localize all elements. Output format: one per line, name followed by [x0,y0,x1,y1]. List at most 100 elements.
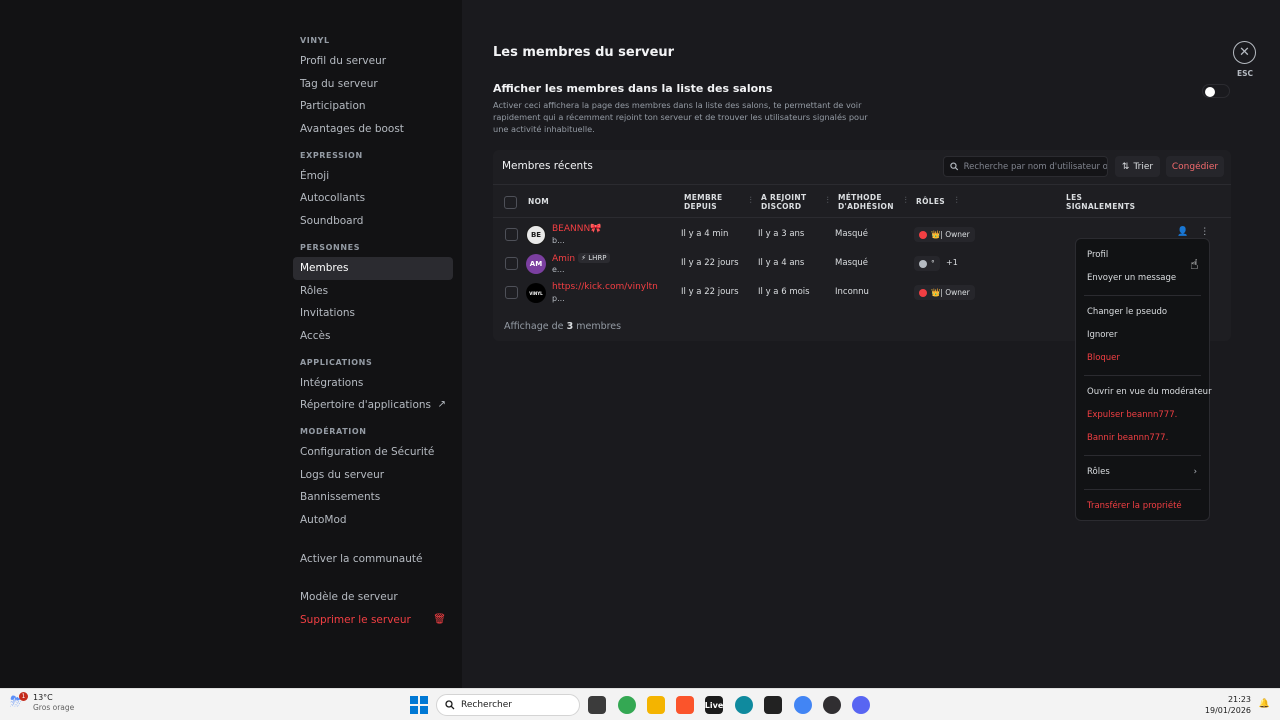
search-icon [950,162,959,171]
sidebar-section-title: VINYL [300,36,330,45]
sidebar-item[interactable]: Accès [293,325,453,348]
menu-item-label: Transférer la propriété [1087,501,1182,511]
close-icon: ✕ [1239,45,1250,60]
avatar[interactable]: BE [526,225,546,245]
menu-divider [1084,375,1201,376]
member-search-input[interactable]: Recherche par nom d'utilisateur ou [943,156,1108,177]
col-roles-label: RÔLES [916,197,945,207]
enable-community-item[interactable]: Activer la communauté [293,548,453,571]
search-icon [445,700,455,710]
sidebar-item[interactable]: Soundboard [293,210,453,233]
avatar[interactable]: VINYL [526,283,546,303]
sidebar-item-label: Bannissements [300,491,381,504]
members-count-suffix: membres [576,321,622,332]
sidebar-item[interactable]: Émoji [293,165,453,188]
sidebar-item[interactable]: Bannissements [293,486,453,509]
show-members-toggle[interactable] [1202,84,1230,98]
row-actions: 👤 ⋮ [1177,227,1209,237]
start-button[interactable] [410,696,428,714]
sidebar-item[interactable]: Intégrations [293,372,453,395]
menu-item-label: Ignorer [1087,330,1118,340]
more-roles-count[interactable]: +1 [946,258,958,267]
col-join-method-l1: MÉTHODE [838,192,882,202]
filter-icon[interactable]: ⫶ [904,196,907,207]
trash-icon: 🗑 [433,614,446,626]
sidebar-item-label: Membres [300,261,349,274]
role-pill[interactable]: 👑| Owner [914,285,975,300]
menu-item[interactable]: Rôles › [1076,461,1209,484]
sidebar-item[interactable]: AutoMod [293,509,453,532]
menu-item[interactable]: Ignorer [1076,324,1209,347]
col-join-method[interactable]: MÉTHODE D'ADHÉSION ⫶ [838,185,907,219]
sort-button[interactable]: ⇅ Trier [1115,156,1160,177]
member-name[interactable]: BEANNN🎀 [552,224,601,234]
capcut-icon[interactable] [764,696,782,714]
taskbar-search[interactable]: Rechercher [436,694,580,716]
sidebar-item-label: Modèle de serveur [300,591,398,604]
edge-icon[interactable] [735,696,753,714]
kick-button[interactable]: Congédier [1166,156,1224,177]
weather-temp: 13°C [33,693,53,702]
member-since: Il y a 4 min [681,229,729,239]
row-checkbox[interactable] [505,286,518,299]
sidebar-item[interactable]: Avantages de boost [293,118,453,141]
member-name[interactable]: https://kick.com/vinyltn [552,282,658,292]
sidebar-item[interactable]: Participation [293,95,453,118]
sidebar-item[interactable]: Invitations [293,302,453,325]
profile-icon[interactable]: 👤 [1177,227,1188,237]
col-member-since-l2: DEPUIS [684,202,717,211]
role-pill[interactable]: ° [914,256,940,271]
member-name[interactable]: Amin ⚡ LHRP [552,253,610,264]
sidebar-divider [300,577,453,578]
delete-server-item[interactable]: Supprimer le serveur 🗑 [293,609,453,632]
role-color-dot [919,259,927,268]
menu-item[interactable]: Bannir beannn777. [1076,427,1209,450]
row-checkbox[interactable] [505,257,518,270]
sidebar-item[interactable]: Profil du serveur [293,50,453,73]
sidebar-item[interactable]: Tag du serveur [293,73,453,96]
role-pill[interactable]: 👑| Owner [914,227,975,242]
role-name: ° [931,259,935,268]
menu-item[interactable]: Bloquer [1076,347,1209,370]
more-options-icon[interactable]: ⋮ [1200,227,1209,237]
settings-sidebar: VINYL Profil du serveur Tag du serveur Part… [0,0,462,688]
filter-icon[interactable]: ⫶ [826,196,829,207]
esc-label: ESC [1237,69,1254,78]
server-template-item[interactable]: Modèle de serveur [293,586,453,609]
task-view-icon[interactable] [588,696,606,714]
col-member-since[interactable]: MEMBRE DEPUIS ⫶ [684,185,752,219]
notification-bell-icon[interactable]: 🔔 [1259,699,1270,709]
sidebar-item[interactable]: Autocollants [293,187,453,210]
brave-icon[interactable] [676,696,694,714]
chrome-2-icon[interactable] [794,696,812,714]
select-all-checkbox[interactable] [504,195,517,209]
sidebar-item[interactable]: Rôles [293,280,453,303]
server-tag: ⚡ LHRP [578,253,610,263]
row-checkbox[interactable] [505,228,518,241]
sidebar-item[interactable]: Membres [293,256,453,280]
col-roles[interactable]: RÔLES ⫶ [916,185,958,219]
close-settings-button[interactable]: ✕ [1233,41,1256,64]
weather-widget[interactable]: ⛈ 1 13°C Gros orage [10,692,74,713]
menu-item[interactable]: Transférer la propriété [1076,495,1209,518]
clock[interactable]: 21:23 19/01/2026 [1205,694,1251,716]
menu-divider [1084,455,1201,456]
menu-item[interactable]: Ouvrir en vue du modérateur [1076,381,1212,404]
avatar[interactable]: AM [526,254,546,274]
menu-item[interactable]: Expulser beannn777. [1076,404,1209,427]
sidebar-item-label: Invitations [300,307,356,320]
discord-icon[interactable] [852,696,870,714]
col-joined-discord[interactable]: A REJOINT DISCORD ⫶ [761,185,829,219]
filter-icon[interactable]: ⫶ [955,196,958,207]
file-explorer-icon[interactable] [647,696,665,714]
chrome-icon[interactable] [618,696,636,714]
obs-icon[interactable] [823,696,841,714]
menu-item[interactable]: Changer le pseudo [1076,301,1209,324]
member-since: Il y a 22 jours [681,258,739,268]
sidebar-item[interactable]: Configuration de Sécurité [293,441,453,464]
filter-icon[interactable]: ⫶ [749,196,752,207]
sidebar-item[interactable]: Logs du serveur [293,464,453,487]
sidebar-section-title: PERSONNES [300,242,361,252]
live-icon[interactable]: Live [705,696,723,714]
sidebar-item[interactable]: Répertoire d'applications ↗ [293,394,453,417]
